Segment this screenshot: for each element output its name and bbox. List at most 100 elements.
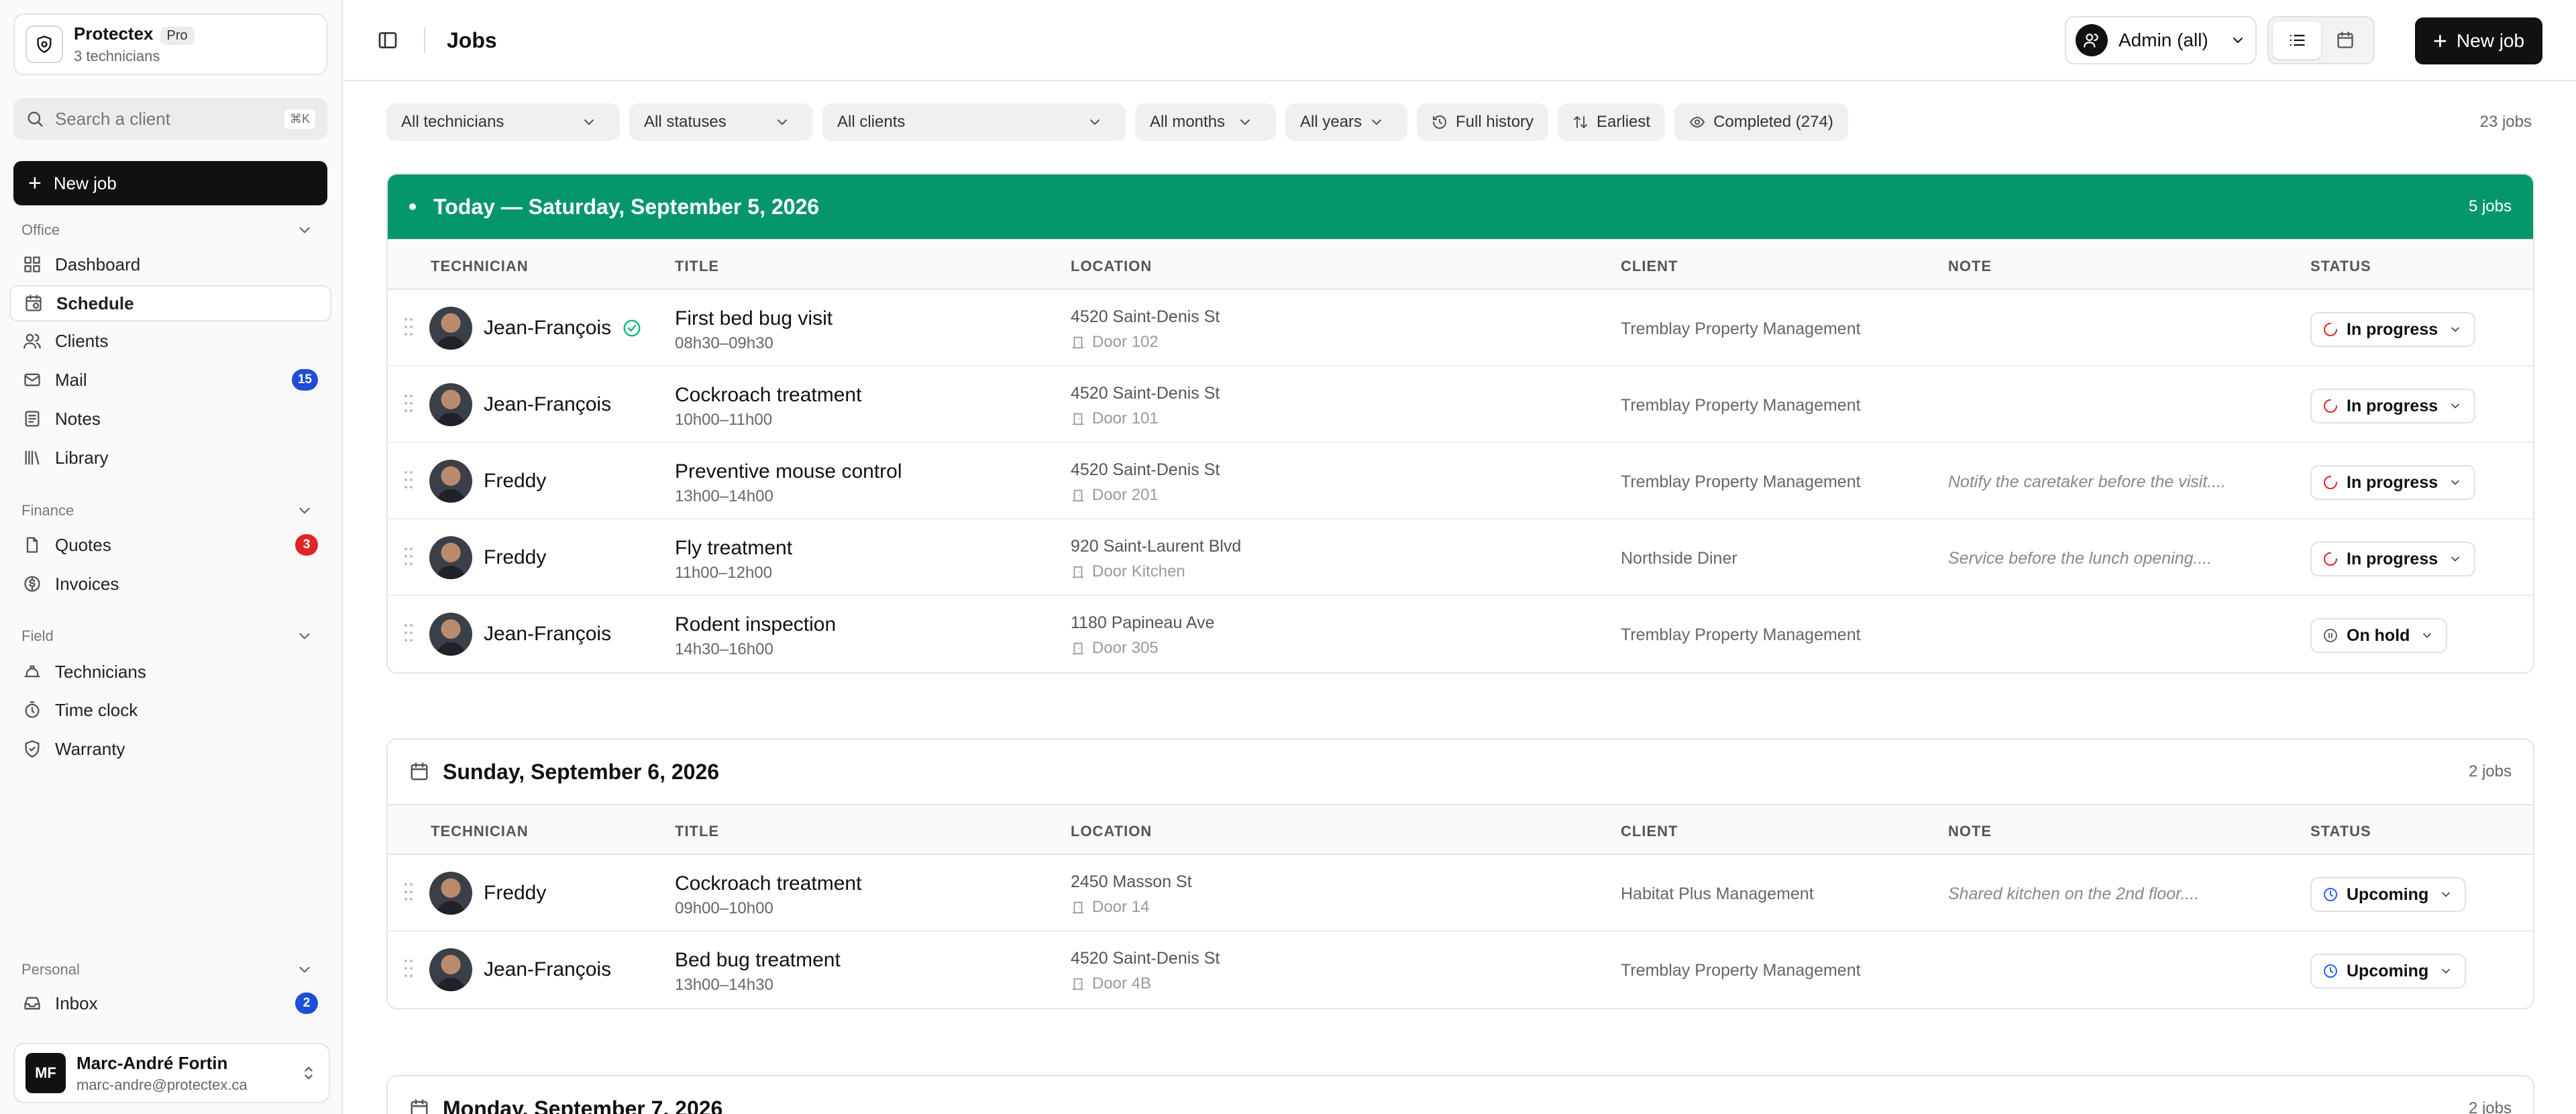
job-client: Habitat Plus Management bbox=[1621, 884, 1814, 903]
status-dropdown[interactable]: In progress bbox=[2310, 542, 2476, 576]
filter-bar: All technicians All statuses All clients… bbox=[386, 103, 1848, 141]
col-technician: TECHNICIAN bbox=[431, 258, 529, 274]
table-row[interactable]: Freddy Cockroach treatment 09h00–10h00 2… bbox=[388, 855, 2533, 931]
table-row[interactable]: Jean-François Rodent inspection 14h30–16… bbox=[388, 596, 2533, 672]
admin-label: Admin (all) bbox=[2118, 30, 2208, 50]
sidebar-toggle-icon[interactable] bbox=[377, 30, 398, 51]
status-label: In progress bbox=[2347, 319, 2438, 339]
chevron-down-icon[interactable] bbox=[296, 221, 313, 239]
user-menu[interactable]: MF Marc-André Fortin marc-andre@protecte… bbox=[13, 1043, 330, 1103]
job-title[interactable]: Rodent inspection bbox=[675, 613, 836, 636]
sidebar-item-notes[interactable]: Notes bbox=[9, 401, 331, 437]
job-title[interactable]: Cockroach treatment bbox=[675, 872, 861, 895]
table-row[interactable]: Freddy Fly treatment 11h00–12h00 920 Sai… bbox=[388, 519, 2533, 596]
drag-handle-icon[interactable] bbox=[404, 958, 413, 978]
filter-label: Earliest bbox=[1597, 113, 1651, 131]
completed-toggle[interactable]: Completed (274) bbox=[1674, 103, 1848, 141]
avatar bbox=[429, 613, 472, 656]
technician-name: Jean-François bbox=[484, 393, 612, 415]
avatar bbox=[429, 948, 472, 991]
filter-years[interactable]: All years bbox=[1285, 103, 1407, 141]
calendar-clock-icon bbox=[25, 295, 42, 311]
job-door: Door 201 bbox=[1071, 486, 1159, 505]
drag-handle-icon[interactable] bbox=[404, 882, 413, 902]
client-search[interactable]: Search a client ⌘K bbox=[13, 98, 327, 140]
org-switcher[interactable]: Protectex Pro 3 technicians bbox=[13, 13, 327, 75]
filter-label: All months bbox=[1150, 113, 1226, 131]
chevron-down-icon[interactable] bbox=[296, 961, 313, 978]
new-job-button[interactable]: + New job bbox=[2415, 17, 2542, 64]
chevron-down-icon[interactable] bbox=[296, 627, 313, 645]
admin-scope-dropdown[interactable]: Admin (all) bbox=[2065, 16, 2257, 64]
sidebar-item-label: Quotes bbox=[55, 534, 111, 555]
status-dropdown[interactable]: On hold bbox=[2310, 618, 2448, 653]
sidebar-item-time-clock[interactable]: Time clock bbox=[9, 692, 331, 728]
table-row[interactable]: Freddy Preventive mouse control 13h00–14… bbox=[388, 443, 2533, 519]
job-title[interactable]: Bed bug treatment bbox=[675, 949, 841, 972]
drag-handle-icon[interactable] bbox=[404, 623, 413, 643]
technician-name: Jean-François bbox=[484, 958, 612, 980]
job-title[interactable]: First bed bug visit bbox=[675, 307, 833, 330]
door-icon bbox=[1072, 489, 1084, 502]
day-section-sunday: Sunday, September 6, 2026 2 jobs TECHNIC… bbox=[386, 738, 2534, 1009]
shield-bug-icon bbox=[37, 36, 52, 53]
sidebar-item-warranty[interactable]: Warranty bbox=[9, 731, 331, 767]
chevron-down-icon bbox=[2451, 327, 2459, 332]
document-icon bbox=[26, 537, 38, 553]
table-row[interactable]: Jean-François First bed bug visit 08h30–… bbox=[388, 290, 2533, 366]
page-title: Jobs bbox=[447, 28, 497, 52]
user-name: Marc-André Fortin bbox=[76, 1052, 228, 1073]
drag-handle-icon[interactable] bbox=[404, 393, 413, 413]
status-dropdown[interactable]: Upcoming bbox=[2310, 954, 2467, 989]
sidebar-item-invoices[interactable]: Invoices bbox=[9, 566, 331, 602]
sort-toggle[interactable]: Earliest bbox=[1558, 103, 1666, 141]
sidebar-item-schedule[interactable]: Schedule bbox=[9, 285, 331, 321]
sidebar-item-clients[interactable]: Clients bbox=[9, 323, 331, 359]
technician-name: Freddy bbox=[484, 882, 547, 904]
sidebar-item-dashboard[interactable]: Dashboard bbox=[9, 246, 331, 283]
job-title[interactable]: Cockroach treatment bbox=[675, 384, 861, 407]
status-label: In progress bbox=[2347, 396, 2438, 415]
full-history-toggle[interactable]: Full history bbox=[1417, 103, 1549, 141]
job-title[interactable]: Fly treatment bbox=[675, 537, 792, 560]
job-address: 4520 Saint-Denis St bbox=[1071, 460, 1220, 479]
sidebar-item-library[interactable]: Library bbox=[9, 440, 331, 476]
status-dropdown[interactable]: In progress bbox=[2310, 465, 2476, 500]
drag-handle-icon[interactable] bbox=[404, 546, 413, 566]
chevron-down-icon[interactable] bbox=[296, 502, 313, 519]
sidebar-new-job-label: New job bbox=[53, 172, 117, 193]
table-row[interactable]: Jean-François Cockroach treatment 10h00–… bbox=[388, 366, 2533, 443]
filter-label: Full history bbox=[1456, 113, 1534, 131]
table-row[interactable]: Jean-François Bed bug treatment 13h00–14… bbox=[388, 931, 2533, 1008]
filter-months[interactable]: All months bbox=[1135, 103, 1276, 141]
job-address: 4520 Saint-Denis St bbox=[1071, 384, 1220, 403]
chevron-down-icon bbox=[777, 119, 787, 125]
sidebar-item-technicians[interactable]: Technicians bbox=[9, 654, 331, 690]
calendar-view-button[interactable] bbox=[2321, 21, 2369, 59]
filter-clients[interactable]: All clients bbox=[822, 103, 1126, 141]
job-door: Door 4B bbox=[1071, 974, 1151, 993]
quotes-count-badge: 3 bbox=[295, 534, 318, 556]
filter-technicians[interactable]: All technicians bbox=[386, 103, 620, 141]
sidebar-item-quotes[interactable]: Quotes 3 bbox=[9, 527, 331, 563]
view-toggle bbox=[2267, 16, 2375, 64]
sidebar-item-mail[interactable]: Mail 15 bbox=[9, 362, 331, 398]
sidebar-item-inbox[interactable]: Inbox 2 bbox=[9, 985, 331, 1021]
day-title: Monday, September 7, 2026 bbox=[443, 1096, 723, 1114]
list-view-button[interactable] bbox=[2273, 21, 2321, 59]
drag-handle-icon[interactable] bbox=[404, 470, 413, 490]
drag-handle-icon[interactable] bbox=[404, 317, 413, 337]
clock-icon bbox=[2324, 888, 2337, 901]
technician-name: Jean-François bbox=[484, 317, 642, 340]
dollar-circle-icon bbox=[24, 576, 40, 592]
door-icon bbox=[1072, 336, 1084, 349]
sidebar-new-job-button[interactable]: + New job bbox=[13, 161, 327, 205]
filter-statuses[interactable]: All statuses bbox=[629, 103, 813, 141]
chevron-down-icon bbox=[2442, 968, 2451, 974]
status-dropdown[interactable]: In progress bbox=[2310, 389, 2476, 423]
technician-label: Jean-François bbox=[484, 317, 612, 339]
job-title[interactable]: Preventive mouse control bbox=[675, 460, 902, 483]
status-dropdown[interactable]: Upcoming bbox=[2310, 877, 2467, 912]
user-email: marc-andre@protectex.ca bbox=[76, 1076, 248, 1093]
status-dropdown[interactable]: In progress bbox=[2310, 312, 2476, 347]
